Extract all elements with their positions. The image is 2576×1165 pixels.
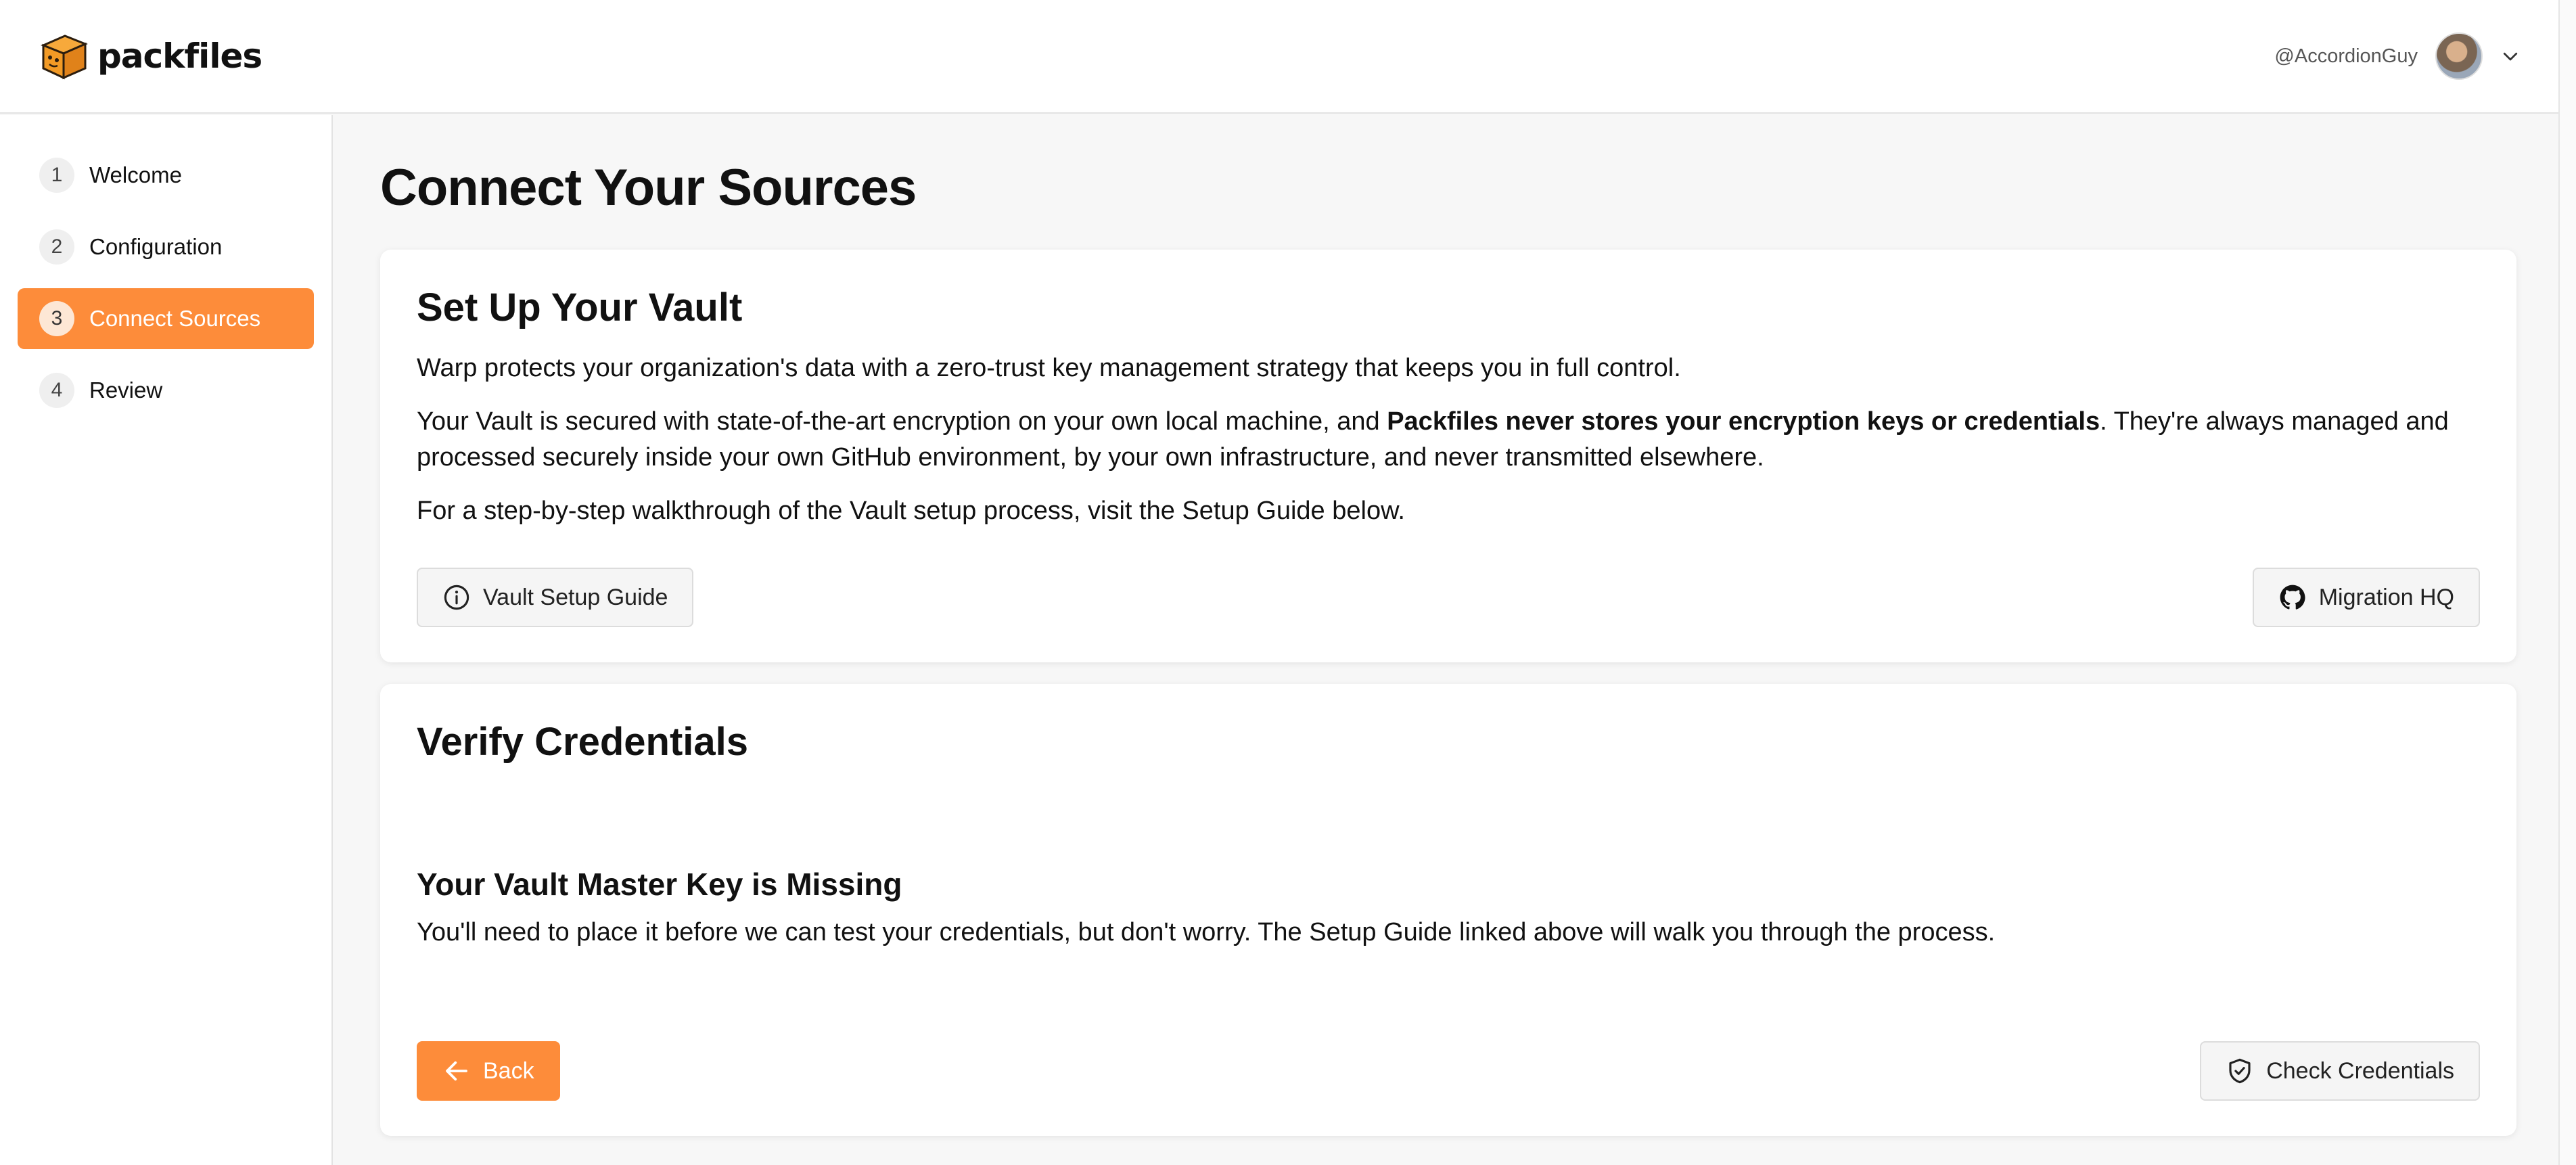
sidebar: 1 Welcome 2 Configuration 3 Connect Sour… <box>0 115 333 1165</box>
missing-key-text: You'll need to place it before we can te… <box>417 918 1996 946</box>
info-icon <box>444 585 469 610</box>
migration-hq-button[interactable]: Migration HQ <box>2252 568 2480 627</box>
arrow-left-icon <box>446 1061 467 1081</box>
chevron-down-icon[interactable] <box>2500 46 2521 66</box>
user-menu[interactable]: @AccordionGuy <box>2274 32 2521 80</box>
logo[interactable]: packfiles <box>38 30 262 82</box>
avatar[interactable] <box>2435 32 2483 80</box>
username-label: @AccordionGuy <box>2274 45 2418 67</box>
logo-text: packfiles <box>97 37 262 76</box>
vault-setup-guide-label: Vault Setup Guide <box>483 584 668 610</box>
vault-heading: Set Up Your Vault <box>417 285 743 329</box>
back-button[interactable]: Back <box>417 1041 560 1101</box>
migration-hq-label: Migration HQ <box>2318 584 2454 610</box>
check-credentials-button[interactable]: Check Credentials <box>2200 1041 2480 1101</box>
verify-credentials-card: Verify Credentials Your Vault Master Key… <box>380 684 2516 1136</box>
verify-heading: Verify Credentials <box>417 720 748 764</box>
shield-check-icon <box>2229 1058 2251 1084</box>
vault-guide-text: For a step-by-step walkthrough of the Va… <box>417 497 1405 525</box>
step-label: Welcome <box>89 162 182 187</box>
step-label: Review <box>89 378 163 403</box>
vault-intro-text: Warp protects your organization's data w… <box>417 354 1681 382</box>
step-number: 3 <box>39 301 74 336</box>
vault-setup-guide-button[interactable]: Vault Setup Guide <box>417 568 694 627</box>
check-credentials-label: Check Credentials <box>2266 1057 2454 1084</box>
vault-security-text-start: Your Vault is secured with state-of-the-… <box>417 407 1387 436</box>
sidebar-step-welcome[interactable]: 1 Welcome <box>18 145 314 206</box>
missing-key-title: Your Vault Master Key is Missing <box>417 867 902 902</box>
sidebar-step-connect-sources[interactable]: 3 Connect Sources <box>18 288 314 349</box>
back-button-label: Back <box>483 1057 534 1084</box>
step-number: 2 <box>39 229 74 265</box>
page-title: Connect Your Sources <box>380 159 917 216</box>
step-number: 1 <box>39 158 74 193</box>
step-label: Connect Sources <box>89 306 261 331</box>
main-content: Connect Your Sources Set Up Your Vault W… <box>334 115 2558 1165</box>
vault-security-text-bold: Packfiles never stores your encryption k… <box>1387 407 2100 436</box>
sidebar-step-review[interactable]: 4 Review <box>18 360 314 421</box>
vault-security-text: Your Vault is secured with state-of-the-… <box>417 404 2480 476</box>
vault-setup-card: Set Up Your Vault Warp protects your org… <box>380 250 2516 662</box>
scrollbar[interactable] <box>2558 0 2576 1165</box>
github-icon <box>2280 585 2305 610</box>
sidebar-step-configuration[interactable]: 2 Configuration <box>18 216 314 277</box>
box-logo-icon <box>41 35 88 80</box>
top-header: packfiles @AccordionGuy <box>0 0 2558 114</box>
step-label: Configuration <box>89 234 223 259</box>
step-number: 4 <box>39 373 74 408</box>
